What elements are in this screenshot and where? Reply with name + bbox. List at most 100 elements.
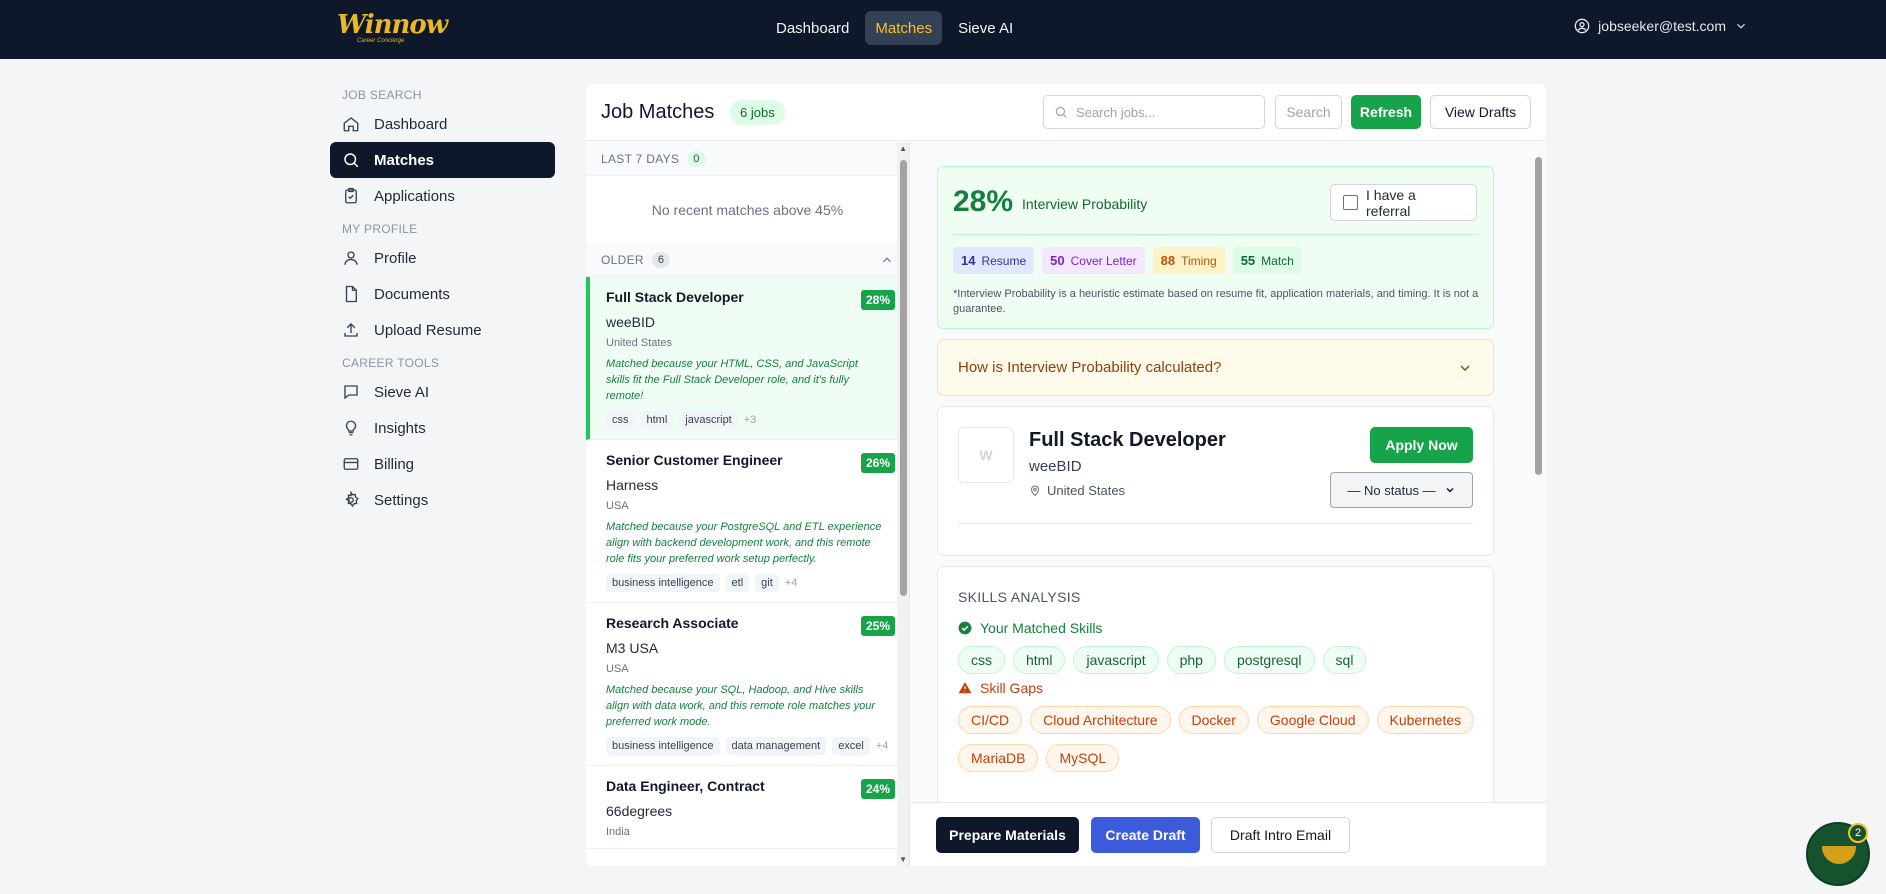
sidebar-section-career-tools: CAREER TOOLS	[342, 356, 440, 370]
job-card-research-associate[interactable]: Research Associate 25% M3 USA USA Matche…	[586, 603, 909, 766]
job-company: Harness	[606, 477, 659, 493]
skill-gaps-heading: Skill Gaps	[958, 680, 1043, 696]
scroll-up-arrow[interactable]: ▲	[899, 144, 907, 153]
job-card-senior-customer-engineer[interactable]: Senior Customer Engineer 26% Harness USA…	[586, 440, 909, 603]
sidebar-item-documents[interactable]: Documents	[330, 276, 555, 312]
sidebar-item-dashboard[interactable]: Dashboard	[330, 106, 555, 142]
user-menu[interactable]: jobseeker@test.com	[1574, 18, 1748, 34]
nav-matches[interactable]: Matches	[865, 11, 943, 45]
search-input[interactable]: Search jobs...	[1043, 95, 1265, 129]
top-navbar: Winnow Career Concierge Dashboard Matche…	[0, 0, 1886, 59]
sidebar-item-insights[interactable]: Insights	[330, 410, 555, 446]
job-location: United States	[606, 337, 673, 349]
checkbox-box[interactable]	[1343, 195, 1358, 210]
job-card-data-engineer-contract[interactable]: Data Engineer, Contract 24% 66degrees In…	[586, 766, 909, 849]
job-company: 66degrees	[606, 803, 673, 819]
application-status-select[interactable]: — No status —	[1330, 472, 1473, 508]
interview-probability-value: 28%	[953, 185, 1014, 218]
status-value: — No status —	[1347, 482, 1436, 498]
user-icon	[344, 251, 358, 265]
sidebar-item-settings[interactable]: Settings	[330, 482, 555, 518]
skill-tag: javascript	[679, 411, 738, 429]
skill-gap-pill: Google Cloud	[1256, 706, 1369, 734]
home-icon	[343, 117, 359, 132]
matches-header: Job Matches 6 jobs Search jobs... Search…	[586, 84, 1546, 141]
skill-tags: css html javascript +3	[606, 411, 894, 429]
job-title: Data Engineer, Contract	[606, 778, 765, 794]
referral-label: I have a referral	[1366, 186, 1416, 219]
chevron-down-icon	[1460, 365, 1470, 371]
job-card-full-stack-developer[interactable]: Full Stack Developer 28% weeBID United S…	[586, 277, 909, 440]
create-draft-button[interactable]: Create Draft	[1091, 817, 1200, 853]
skill-tag: git	[755, 574, 779, 592]
sidebar-item-label: Documents	[374, 285, 450, 303]
sidebar-item-profile[interactable]: Profile	[330, 240, 555, 276]
sidebar-item-sieve-ai[interactable]: Sieve AI	[330, 374, 555, 410]
matched-skills-heading: Your Matched Skills	[958, 620, 1102, 636]
sieve-icon	[1822, 846, 1856, 864]
upload-icon	[344, 323, 358, 337]
score-match: 55 Match	[1232, 247, 1302, 274]
draft-intro-email-button[interactable]: Draft Intro Email	[1211, 817, 1350, 853]
group-older[interactable]: OLDER 6	[586, 243, 909, 277]
prepare-materials-button[interactable]: Prepare Materials	[936, 817, 1079, 853]
sieve-assistant-button[interactable]: 2	[1806, 822, 1870, 886]
skill-gap-pill: Cloud Architecture	[1030, 706, 1171, 734]
group-count: 0	[687, 150, 706, 167]
referral-checkbox[interactable]: I have a referral	[1330, 184, 1477, 221]
skill-gap-pill: MySQL	[1046, 744, 1120, 772]
job-list: LAST 7 DAYS 0 No recent matches above 45…	[586, 142, 910, 866]
skill-gap-pill: CI/CD	[958, 706, 1023, 734]
nav-sieve-ai[interactable]: Sieve AI	[948, 11, 1023, 45]
job-company: weeBID	[606, 314, 656, 330]
logo-subtitle: Career Concierge	[357, 38, 405, 44]
search-icon	[1055, 106, 1067, 118]
divider	[953, 234, 1477, 235]
winnow-logo[interactable]: Winnow Career Concierge	[333, 8, 448, 48]
skill-tag: html	[640, 411, 674, 429]
job-detail-panel: 28% Interview Probability I have a refer…	[911, 142, 1546, 866]
search-button[interactable]: Search	[1275, 95, 1342, 129]
job-list-scrollbar[interactable]: ▲ ▼	[897, 142, 909, 866]
skill-tag: data management	[725, 737, 827, 755]
accordion-title: How is Interview Probability calculated?	[958, 359, 1222, 376]
sidebar-item-matches[interactable]: Matches	[330, 142, 555, 178]
probability-calculation-accordion[interactable]: How is Interview Probability calculated?	[937, 339, 1494, 396]
view-drafts-button[interactable]: View Drafts	[1430, 95, 1531, 129]
matched-skills-label: Your Matched Skills	[980, 620, 1103, 636]
scrollbar-thumb[interactable]	[900, 160, 907, 596]
user-email: jobseeker@test.com	[1598, 18, 1726, 34]
chat-icon	[344, 385, 358, 400]
search-icon	[344, 153, 359, 168]
gear-icon	[345, 491, 359, 508]
nav-dashboard[interactable]: Dashboard	[766, 11, 859, 45]
scroll-down-arrow[interactable]: ▼	[899, 855, 907, 864]
job-location: USA	[606, 663, 629, 675]
sidebar-item-billing[interactable]: Billing	[330, 446, 555, 482]
sidebar: JOB SEARCH Dashboard Matches Application…	[330, 80, 555, 518]
apply-now-button[interactable]: Apply Now	[1370, 427, 1473, 463]
match-percent-badge: 25%	[860, 616, 895, 636]
detail-scrollbar-thumb[interactable]	[1535, 157, 1542, 475]
sidebar-item-label: Upload Resume	[374, 321, 482, 339]
score-label: Match	[1261, 253, 1294, 268]
refresh-button[interactable]: Refresh	[1351, 95, 1421, 129]
group-label: OLDER	[601, 252, 644, 267]
sidebar-item-applications[interactable]: Applications	[330, 178, 555, 214]
skill-tag: business intelligence	[606, 737, 720, 755]
job-detail-location: United States	[1029, 483, 1125, 498]
job-title: Research Associate	[606, 615, 739, 631]
chevron-down-icon	[1737, 23, 1745, 29]
warning-icon	[958, 682, 972, 694]
more-tags-count: +4	[875, 740, 889, 752]
score-resume: 14 Resume	[953, 247, 1035, 274]
skills-analysis-heading: SKILLS ANALYSIS	[958, 589, 1081, 605]
interview-probability-label: Interview Probability	[1022, 196, 1148, 212]
chevron-down-icon	[1446, 487, 1454, 493]
sidebar-item-upload-resume[interactable]: Upload Resume	[330, 312, 555, 348]
user-circle-icon	[1574, 18, 1590, 34]
job-detail-company: weeBID	[1029, 458, 1082, 475]
skill-gap-pill: Docker	[1178, 706, 1249, 734]
sidebar-item-label: Sieve AI	[374, 383, 430, 401]
check-circle-icon	[958, 621, 972, 635]
